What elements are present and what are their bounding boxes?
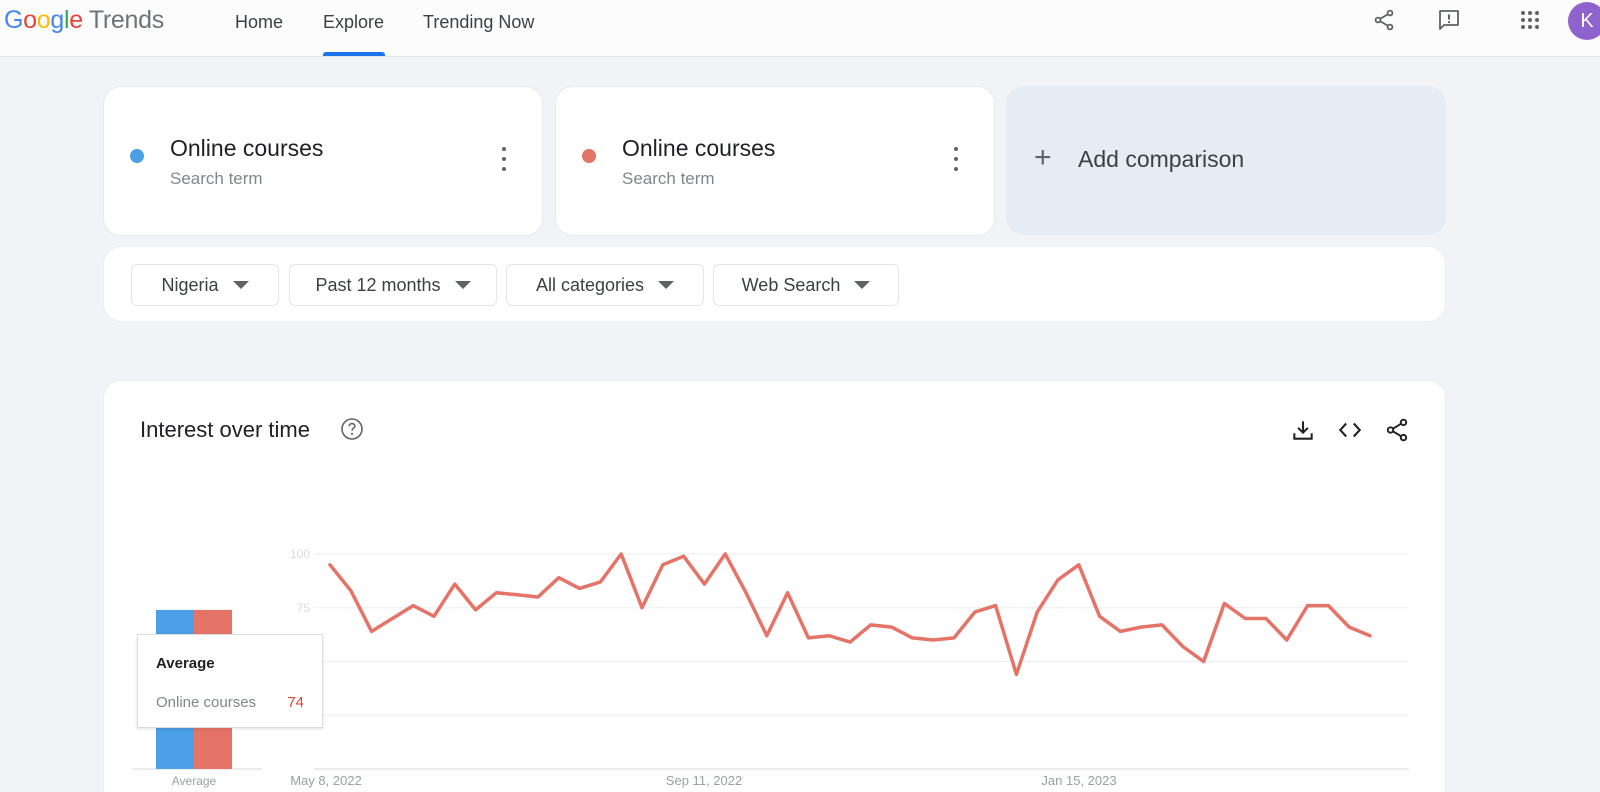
dropdown-label: Nigeria [161, 274, 219, 295]
search-term-name[interactable]: Online courses [622, 135, 775, 162]
y-tick-label: 75 [297, 601, 311, 615]
search-term-name[interactable]: Online courses [170, 135, 323, 162]
dropdown-label: All categories [535, 274, 645, 295]
filter-bar: Nigeria Past 12 months All categories We… [103, 246, 1446, 322]
nav-tab-trending-now[interactable]: Trending Now [423, 12, 534, 33]
share-icon[interactable] [1370, 6, 1398, 34]
region-dropdown[interactable]: Nigeria [131, 264, 279, 306]
google-trends-logo[interactable]: Google Trends [4, 6, 164, 35]
nav-tab-home[interactable]: Home [235, 12, 283, 33]
add-comparison-button[interactable]: + Add comparison [1006, 86, 1446, 235]
average-tooltip: Average Online courses 74 [137, 634, 323, 728]
dropdown-arrow-icon [232, 281, 249, 289]
interest-over-time-panel: Interest over time 100 75 Average May 8, 20… [103, 380, 1446, 792]
search-term-subtitle: Search term [622, 169, 715, 188]
x-tick-label: May 8, 2022 [290, 773, 362, 788]
top-bar: Google Trends Home Explore Trending Now K [0, 0, 1600, 57]
tooltip-title: Average [156, 655, 215, 672]
dropdown-label: Past 12 months [315, 274, 441, 295]
plus-icon: + [1034, 141, 1052, 174]
active-tab-indicator [323, 52, 385, 56]
time-range-dropdown[interactable]: Past 12 months [289, 264, 497, 306]
tooltip-value: 74 [287, 694, 304, 711]
tooltip-term: Online courses [156, 694, 257, 711]
series-line [328, 552, 1372, 677]
x-tick-label: Jan 15, 2023 [1041, 773, 1116, 788]
logo-letter: G [4, 6, 24, 34]
more-options-icon[interactable] [494, 147, 514, 171]
logo-letter: o [36, 6, 51, 34]
apps-grid-icon[interactable] [1516, 6, 1544, 34]
y-tick-label: 100 [290, 547, 310, 561]
search-type-dropdown[interactable]: Web Search [713, 264, 899, 306]
logo-letter: o [23, 6, 37, 34]
add-comparison-label: Add comparison [1078, 146, 1245, 172]
series-color-dot [582, 149, 596, 163]
x-tick-label: Sep 11, 2022 [666, 773, 742, 788]
dropdown-arrow-icon [658, 281, 675, 289]
series-color-dot [130, 149, 144, 163]
logo-letter: e [69, 6, 83, 34]
feedback-icon[interactable] [1435, 6, 1463, 34]
search-term-subtitle: Search term [170, 169, 263, 188]
avatar[interactable]: K [1568, 2, 1600, 40]
logo-trends-text: Trends [88, 6, 164, 34]
dropdown-label: Web Search [741, 274, 841, 295]
average-label: Average [172, 774, 217, 788]
search-term-card-1[interactable]: Online courses Search term [103, 86, 543, 236]
more-options-icon[interactable] [946, 147, 966, 171]
category-dropdown[interactable]: All categories [506, 264, 704, 306]
search-term-card-2[interactable]: Online courses Search term [555, 86, 995, 236]
dropdown-arrow-icon [854, 281, 871, 289]
dropdown-arrow-icon [454, 281, 471, 289]
logo-letter: g [50, 6, 64, 34]
interest-over-time-chart[interactable]: 100 75 Average May 8, 2022 Sep 11, 2022 Jan 1… [104, 381, 1447, 792]
nav-tab-explore[interactable]: Explore [323, 12, 384, 33]
